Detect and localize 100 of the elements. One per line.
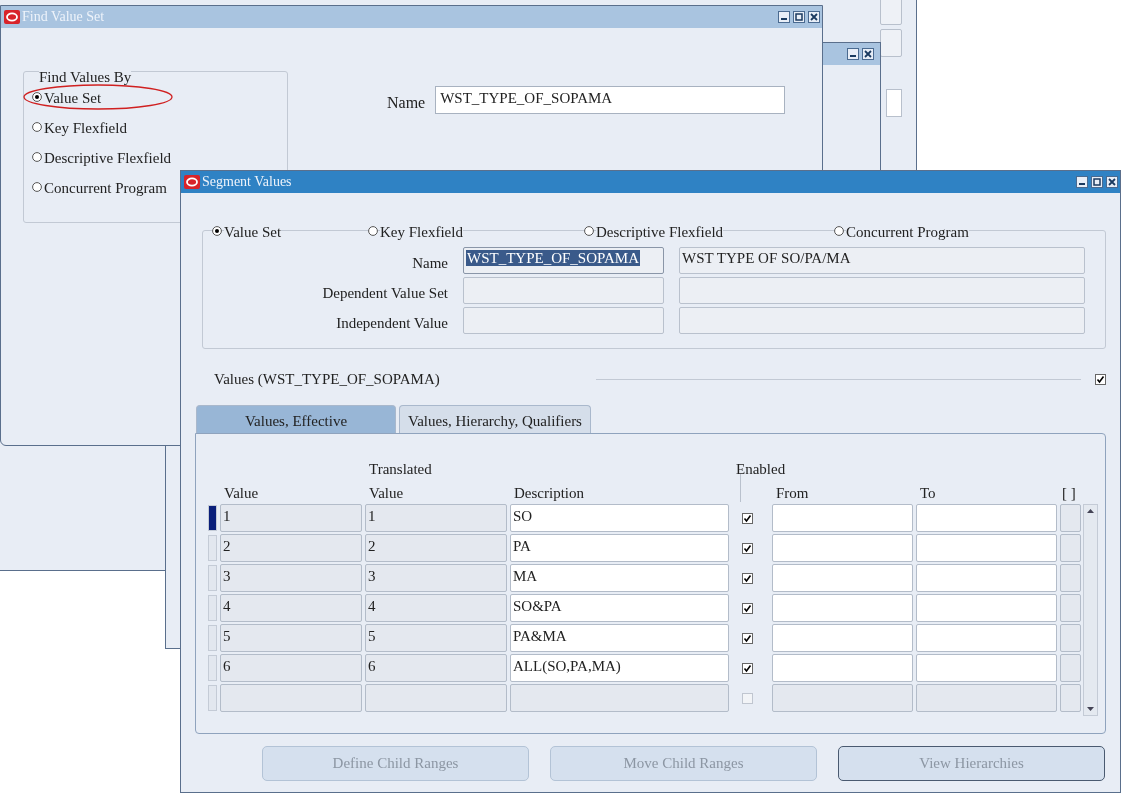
input-field[interactable] [880, 0, 902, 25]
table-cell[interactable]: 2 [365, 534, 507, 562]
input-field[interactable]: WST_TYPE_OF_SOPAMA [463, 247, 664, 274]
table-cell[interactable] [916, 594, 1057, 622]
table-cell[interactable] [1060, 534, 1081, 562]
input-field[interactable] [679, 307, 1085, 334]
column-header: [ ] [1061, 484, 1076, 502]
field-value: WST_TYPE_OF_SOPAMA [466, 250, 640, 266]
radio-label[interactable]: Descriptive Flexfield [44, 150, 172, 167]
table-cell[interactable]: 6 [365, 654, 507, 682]
checkbox[interactable] [742, 632, 753, 644]
table-cell[interactable]: SO [510, 504, 729, 532]
input-field[interactable] [880, 29, 902, 57]
column-header: From [775, 484, 809, 502]
table-cell[interactable]: ALL(SO,PA,MA) [510, 654, 729, 682]
tab[interactable]: Values, Hierarchy, Qualifiers [399, 405, 591, 433]
table-cell[interactable]: PA [510, 534, 729, 562]
table-cell[interactable] [772, 654, 913, 682]
table-cell[interactable]: 5 [220, 624, 362, 652]
column-header: Value [223, 484, 259, 502]
window-title: Segment Values [202, 174, 292, 190]
checkbox[interactable] [1095, 374, 1106, 385]
table-cell[interactable]: 3 [365, 564, 507, 592]
table-cell[interactable]: 4 [365, 594, 507, 622]
input-field[interactable] [463, 277, 664, 304]
column-header: Enabled [735, 460, 786, 478]
table-cell[interactable] [1060, 684, 1081, 712]
checkbox[interactable] [742, 512, 753, 524]
checkbox[interactable] [742, 572, 753, 584]
field-label: Name [387, 93, 426, 112]
field-label: Name [411, 255, 448, 273]
table-cell[interactable]: 4 [220, 594, 362, 622]
minimize-icon[interactable] [847, 48, 859, 60]
column-header: Translated [368, 460, 432, 478]
radio-label[interactable]: Concurrent Program [846, 224, 969, 241]
column-header: Value [368, 484, 404, 502]
field-label: Independent Value [335, 315, 448, 333]
input-field[interactable] [886, 89, 902, 117]
app-logo-icon[interactable] [184, 175, 200, 189]
table-cell[interactable] [772, 534, 913, 562]
table-cell[interactable]: SO&PA [510, 594, 729, 622]
close-icon[interactable] [862, 48, 874, 60]
radio-label[interactable]: Key Flexfield [380, 224, 463, 241]
radio-label[interactable]: Concurrent Program [44, 180, 167, 197]
table-cell[interactable] [772, 564, 913, 592]
table-cell[interactable]: 5 [365, 624, 507, 652]
table-cell[interactable] [916, 504, 1057, 532]
table-cell[interactable]: 6 [220, 654, 362, 682]
table-cell[interactable]: PA&MA [510, 624, 729, 652]
table-cell[interactable] [916, 654, 1057, 682]
column-header: Description [513, 484, 584, 502]
table-cell[interactable] [772, 684, 913, 712]
table-cell[interactable] [916, 684, 1057, 712]
checkbox[interactable] [742, 542, 753, 554]
table-cell[interactable] [772, 594, 913, 622]
tab[interactable]: Values, Effective [196, 405, 396, 433]
table-cell[interactable]: 1 [220, 504, 362, 532]
radio-button[interactable] [368, 226, 378, 236]
table-cell[interactable] [1060, 564, 1081, 592]
section-title: Values (WST_TYPE_OF_SOPAMA) [214, 371, 440, 388]
input-field[interactable] [679, 277, 1085, 304]
row-indicator[interactable] [208, 505, 217, 531]
radio-button[interactable] [32, 92, 42, 102]
table-cell[interactable] [916, 564, 1057, 592]
table-cell[interactable] [1060, 654, 1081, 682]
table-cell[interactable]: 3 [220, 564, 362, 592]
table-cell[interactable] [772, 624, 913, 652]
maximize-icon[interactable] [1091, 176, 1103, 188]
table-cell[interactable]: MA [510, 564, 729, 592]
close-icon[interactable] [1106, 176, 1118, 188]
field-label: Dependent Value Set [321, 285, 448, 303]
table-cell[interactable] [365, 684, 507, 712]
radio-button[interactable] [32, 182, 42, 192]
minimize-icon[interactable] [1076, 176, 1088, 188]
scrollbar[interactable] [1083, 504, 1098, 716]
input-field[interactable]: WST TYPE OF SO/PA/MA [679, 247, 1085, 274]
table-cell[interactable] [916, 624, 1057, 652]
table-cell[interactable]: 2 [220, 534, 362, 562]
radio-label[interactable]: Key Flexfield [44, 120, 127, 137]
radio-button[interactable] [212, 226, 222, 236]
radio-button[interactable] [834, 226, 844, 236]
radio-button[interactable] [32, 152, 42, 162]
group-label: Find Values By [39, 68, 132, 86]
input-field[interactable] [463, 307, 664, 334]
table-cell[interactable] [510, 684, 729, 712]
radio-label[interactable]: Descriptive Flexfield [596, 224, 724, 241]
radio-button[interactable] [32, 122, 42, 132]
table-cell[interactable] [1060, 624, 1081, 652]
table-cell[interactable] [916, 534, 1057, 562]
table-cell[interactable]: 1 [365, 504, 507, 532]
radio-button[interactable] [584, 226, 594, 236]
name-field[interactable]: WST_TYPE_OF_SOPAMA [435, 86, 786, 114]
checkbox[interactable] [742, 602, 753, 614]
table-cell[interactable] [1060, 594, 1081, 622]
column-header: To [919, 484, 936, 502]
checkbox[interactable] [742, 662, 753, 674]
table-cell[interactable] [1060, 504, 1081, 532]
window-title: Find Value Set [22, 9, 105, 25]
table-cell[interactable] [772, 504, 913, 532]
table-cell[interactable] [220, 684, 362, 712]
